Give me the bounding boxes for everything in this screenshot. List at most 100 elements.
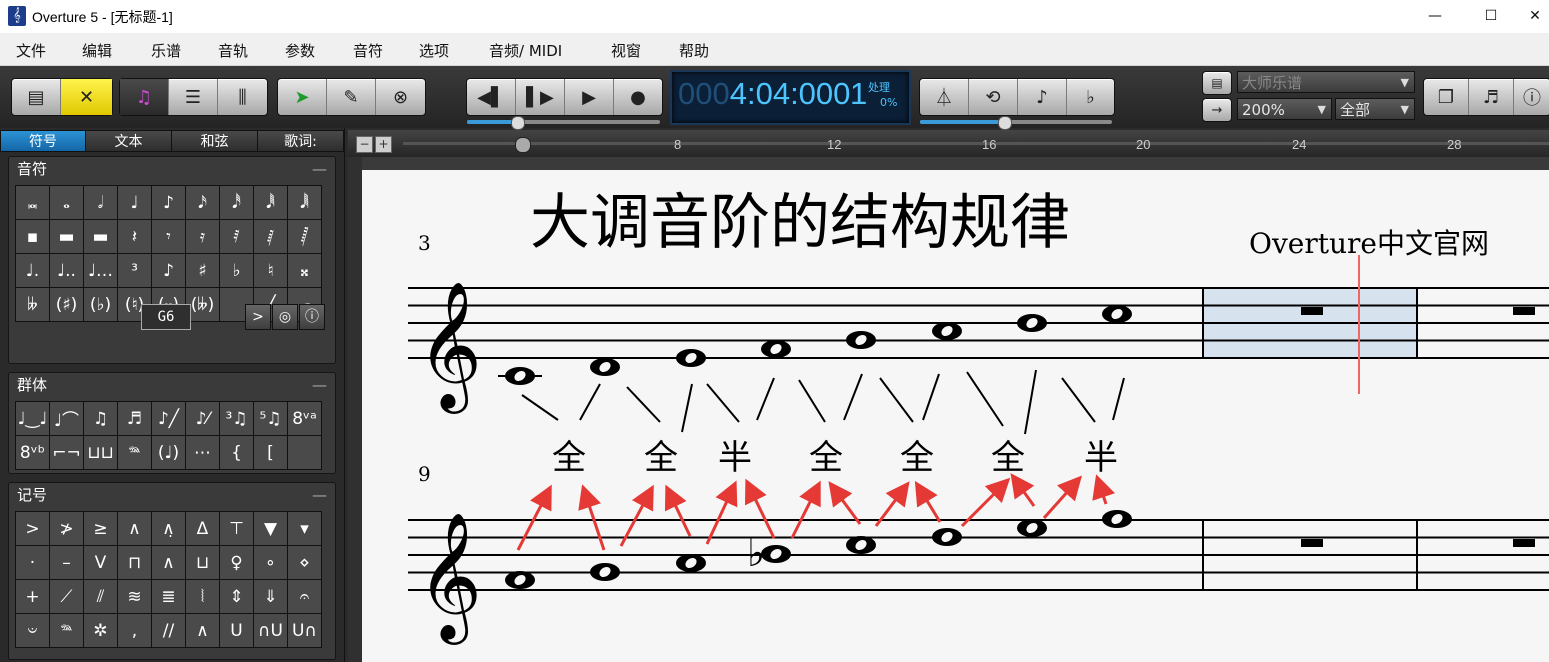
slur-icon[interactable]: ♩⌒ [50, 402, 84, 436]
128th-note-icon[interactable]: 𝅘𝅥𝅲 [288, 186, 322, 220]
info-icon[interactable]: ⓘ [299, 304, 325, 330]
up-bow-square-icon[interactable]: ⊔ [186, 546, 220, 580]
track-sheet-icon[interactable]: ☰ [169, 79, 218, 115]
harmonic-icon[interactable]: ∘ [254, 546, 288, 580]
pedal-down-icon[interactable]: 𝆮 [50, 614, 84, 648]
zoom-in-icon[interactable]: + [375, 136, 392, 153]
quarter-rest-icon[interactable]: 𝄽 [118, 220, 152, 254]
staff-icon[interactable]: ♭ [1067, 79, 1114, 115]
grace-note-icon[interactable]: ♪ [152, 254, 186, 288]
gliss-icon[interactable]: ♪⁄ [186, 402, 220, 436]
crescendo-beam-icon[interactable]: ♪╱ [152, 402, 186, 436]
eighth-rest-icon[interactable]: 𝄾 [152, 220, 186, 254]
marcato-icon[interactable]: ∧ [118, 512, 152, 546]
page-view-icon[interactable]: ▤ [1203, 72, 1231, 94]
trill-wave-icon[interactable]: ⦚ [186, 580, 220, 614]
quintuplet-icon[interactable]: ⁵♫ [254, 402, 288, 436]
fermata-down-icon[interactable]: 𝄑 [16, 614, 50, 648]
arpeggio-down-icon[interactable]: ⇓ [254, 580, 288, 614]
open-string-up-icon[interactable]: ∩U [254, 614, 288, 648]
printer-icon[interactable]: ▤ [12, 79, 61, 115]
minimize-button[interactable]: — [1412, 0, 1458, 33]
32nd-rest-icon[interactable]: 𝅀 [220, 220, 254, 254]
open-string-down-icon[interactable]: U∩ [288, 614, 322, 648]
menu-notes[interactable]: 音符 [353, 40, 383, 61]
courtesy-sharp-icon[interactable]: (♯) [50, 288, 84, 322]
sixteenth-note-icon[interactable]: 𝅘𝅥𝅯 [186, 186, 220, 220]
note-palette-icon[interactable]: ♫ [120, 79, 169, 115]
view-mode-select[interactable]: 大师乐谱 ▼ [1237, 71, 1415, 93]
metronome-icon[interactable]: ⏃ [920, 79, 969, 115]
marcato-tenuto-icon[interactable]: Δ [186, 512, 220, 546]
staccatissimo-icon[interactable]: ▼ [254, 512, 288, 546]
32nd-note-icon[interactable]: 𝅘𝅥𝅰 [220, 186, 254, 220]
score-subtitle[interactable]: Overture中文官网 [1249, 227, 1489, 260]
play-icon[interactable]: ▶ [565, 79, 614, 115]
quad-slash-icon[interactable]: ≣ [152, 580, 186, 614]
courtesy-double-flat-icon[interactable]: (𝄫) [186, 288, 220, 322]
tab-lyrics[interactable]: 歌词: [257, 130, 344, 152]
score-title[interactable]: 大调音阶的结构规律 [530, 188, 1070, 258]
go-icon[interactable]: → [1202, 98, 1232, 122]
pedal-icon[interactable]: 𝆮 [118, 436, 152, 470]
double-dot-icon[interactable]: ♩.. [50, 254, 84, 288]
menu-help[interactable]: 帮助 [679, 40, 709, 61]
diamond-icon[interactable]: ⋄ [288, 546, 322, 580]
courtesy-flat-icon[interactable]: (♭) [84, 288, 118, 322]
score-icon[interactable]: ♬ [1469, 79, 1514, 115]
menu-options[interactable]: 选项 [419, 40, 449, 61]
menu-track[interactable]: 音轨 [218, 40, 248, 61]
whole-note-icon[interactable]: 𝅝 [50, 186, 84, 220]
pedal-up-icon[interactable]: ✲ [84, 614, 118, 648]
double-sharp-icon[interactable]: 𝄪 [288, 254, 322, 288]
down-bow-icon[interactable]: ⊓ [118, 546, 152, 580]
tab-chords[interactable]: 和弦 [171, 130, 258, 152]
menu-file[interactable]: 文件 [16, 40, 46, 61]
triplet-icon[interactable]: ³ [118, 254, 152, 288]
dot-icon[interactable]: ♩. [16, 254, 50, 288]
position-slider[interactable] [467, 116, 660, 130]
accent-tenuto-icon[interactable]: ≥ [84, 512, 118, 546]
tenuto-icon[interactable]: – [50, 546, 84, 580]
copy-icon[interactable]: ❐ [1424, 79, 1469, 115]
arpeggio-up-icon[interactable]: ⇕ [220, 580, 254, 614]
breve-icon[interactable]: 𝅜 [16, 186, 50, 220]
tab-symbols[interactable]: 符号 [0, 130, 86, 152]
plus-icon[interactable]: + [16, 580, 50, 614]
zoom-out-icon[interactable]: − [356, 136, 373, 153]
double-slash-icon[interactable]: ⫽ [84, 580, 118, 614]
caret-icon[interactable]: ∧ [186, 614, 220, 648]
caesura-icon[interactable]: // [152, 614, 186, 648]
triplet-group-icon[interactable]: ³♫ [220, 402, 254, 436]
tab-text[interactable]: 文本 [85, 130, 172, 152]
flat-icon[interactable]: ♭ [220, 254, 254, 288]
mixer-icon[interactable]: ⫼ [218, 79, 267, 115]
dial-icon[interactable]: ◎ [272, 304, 298, 330]
score-page[interactable]: 大调音阶的结构规律 Overture中文官网 3 9 𝄞 𝄞 ♭ 全 全 半 全… [362, 170, 1549, 662]
quantize-icon[interactable]: ♪ [1018, 79, 1067, 115]
ottava-alta-icon[interactable]: 8ᵛᵃ [288, 402, 322, 436]
beam-icon[interactable]: ♫ [84, 402, 118, 436]
beam-group-icon[interactable]: ♬ [118, 402, 152, 436]
ottava-bassa-icon[interactable]: 8ᵛᵇ [16, 436, 50, 470]
u-bow-icon[interactable]: U [220, 614, 254, 648]
staff-bracket-icon[interactable]: [ [254, 436, 288, 470]
up-bow-icon[interactable]: ∧ [152, 546, 186, 580]
accent-staccato-icon[interactable]: ≯ [50, 512, 84, 546]
tools-icon[interactable]: ✕ [61, 79, 112, 115]
accent-icon[interactable]: > [245, 304, 271, 330]
64th-rest-icon[interactable]: 𝅁 [254, 220, 288, 254]
stopped-icon[interactable]: ♀ [220, 546, 254, 580]
whole-rest-icon[interactable]: ▬ [50, 220, 84, 254]
tenuto-staccato-icon[interactable]: ⊤ [220, 512, 254, 546]
pencil-icon[interactable]: ✎ [327, 79, 376, 115]
staccato-icon[interactable]: · [16, 546, 50, 580]
collapse-icon[interactable]: — [312, 483, 327, 507]
natural-icon[interactable]: ♮ [254, 254, 288, 288]
bracket-icon[interactable]: ⌐¬ [50, 436, 84, 470]
half-rest-icon[interactable]: ▬ [84, 220, 118, 254]
accent-icon[interactable]: > [16, 512, 50, 546]
parenthesis-note-icon[interactable]: (♩) [152, 436, 186, 470]
menu-score[interactable]: 乐谱 [151, 40, 181, 61]
view-icon[interactable]: ▤ [1202, 71, 1232, 95]
